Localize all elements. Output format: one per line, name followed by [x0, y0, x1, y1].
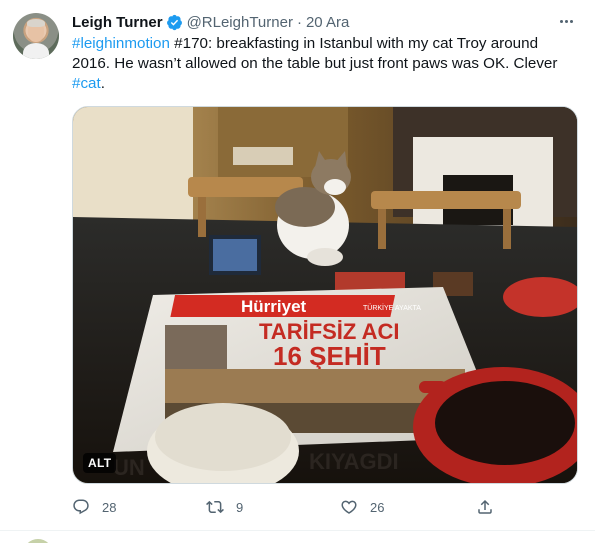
retweet-icon	[206, 500, 224, 514]
more-icon[interactable]	[555, 12, 577, 30]
newspaper-masthead: Hürriyet	[241, 297, 307, 316]
alt-badge[interactable]: ALT	[83, 453, 117, 473]
next-tweet-avatar[interactable]	[23, 539, 53, 543]
tweet-date[interactable]: 20 Ara	[306, 14, 349, 31]
retweet-button[interactable]: 9	[206, 494, 243, 520]
author-handle[interactable]: @RLeighTurner	[187, 14, 293, 31]
like-icon	[341, 500, 357, 514]
separator-dot: ·	[296, 13, 302, 31]
like-count: 26	[370, 499, 385, 515]
photo-scene: Hürriyet TÜRKİYE AYAKTA TARİFSİZ ACI 16 …	[73, 107, 577, 483]
share-icon	[478, 499, 492, 514]
tweet-text-end: .	[100, 75, 105, 92]
like-button[interactable]: 26	[340, 494, 384, 520]
newspaper-headline-2: 16 ŞEHİT	[273, 341, 386, 371]
tweet-divider	[0, 530, 595, 531]
share-button[interactable]	[476, 494, 494, 520]
newspaper-tagline: TÜRKİYE AYAKTA	[363, 303, 421, 312]
tweet-header: Leigh Turner @RLeighTurner · 20 Ara	[72, 12, 349, 32]
newspaper-footer-word-1: UN	[113, 455, 145, 480]
reply-count: 28	[102, 499, 117, 515]
tweet-actions: 28 9 26	[72, 494, 512, 520]
hashtag-cat[interactable]: #cat	[72, 75, 101, 92]
hashtag-leighinmotion[interactable]: #leighinmotion	[72, 35, 170, 52]
verified-badge-icon	[166, 14, 182, 30]
newspaper-footer-word-2: KIYAGDI	[309, 449, 399, 474]
tweet-text: #leighinmotion #170: breakfasting in Ist…	[72, 34, 572, 94]
reply-button[interactable]: 28	[72, 494, 116, 520]
reply-icon	[73, 499, 89, 515]
author-avatar[interactable]	[13, 13, 59, 59]
tweet[interactable]: Leigh Turner @RLeighTurner · 20 Ara #lei…	[0, 0, 595, 530]
retweet-count: 9	[236, 499, 244, 515]
author-name[interactable]: Leigh Turner	[72, 14, 163, 31]
tweet-photo[interactable]: Hürriyet TÜRKİYE AYAKTA TARİFSİZ ACI 16 …	[72, 106, 578, 484]
